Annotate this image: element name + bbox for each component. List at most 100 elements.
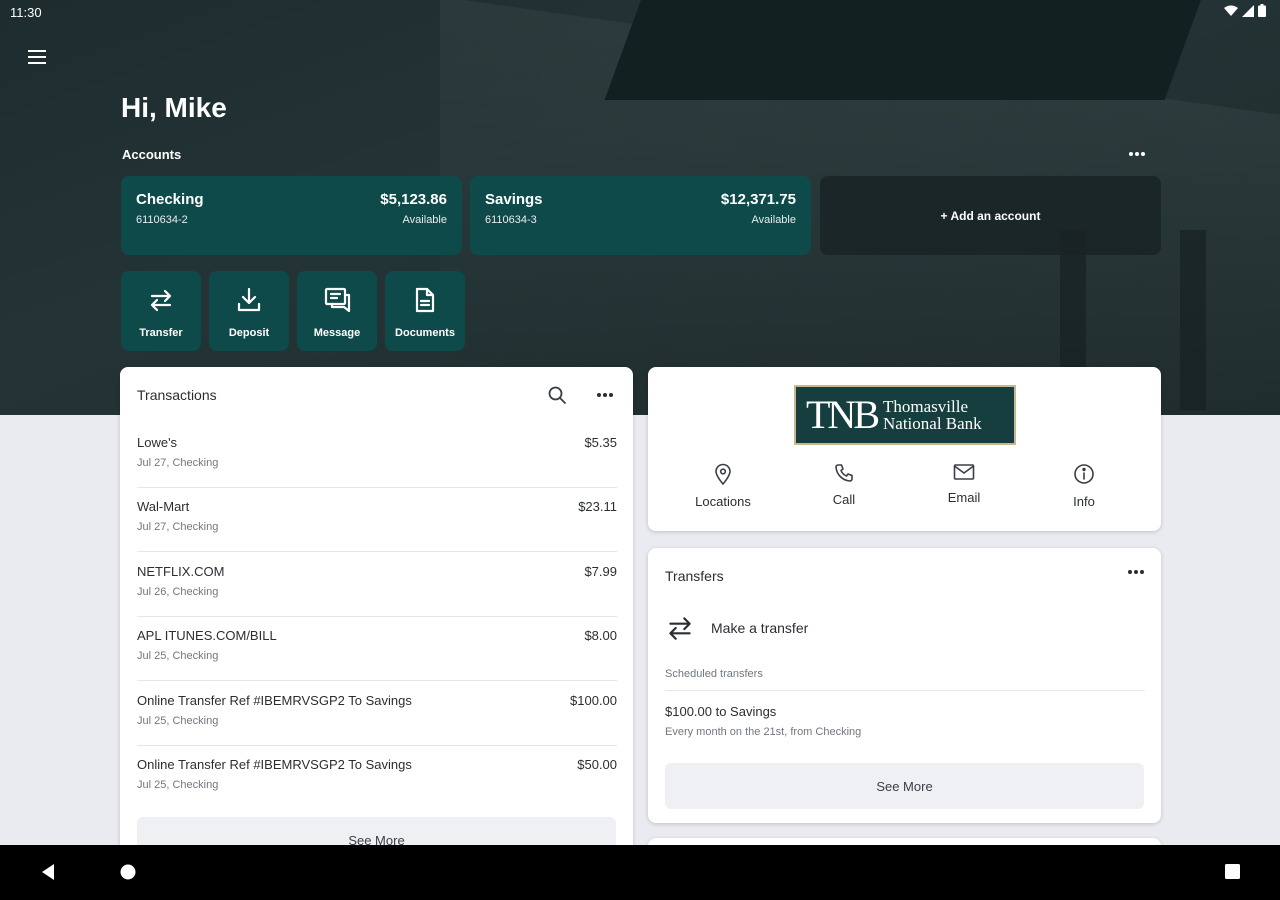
recents-button[interactable] bbox=[1224, 863, 1241, 885]
see-more-label: See More bbox=[876, 778, 933, 794]
make-transfer-button[interactable]: Make a transfer bbox=[665, 610, 965, 646]
transaction-row[interactable]: Lowe's Jul 27, Checking $5.35 bbox=[137, 424, 617, 488]
info-icon bbox=[1074, 464, 1094, 484]
quick-action-label: Transfer bbox=[139, 327, 183, 339]
add-account-label: + Add an account bbox=[940, 208, 1041, 223]
transfers-card: Transfers Make a transfer Scheduled tran… bbox=[648, 548, 1161, 823]
transaction-row[interactable]: NETFLIX.COM Jul 26, Checking $7.99 bbox=[137, 553, 617, 617]
transaction-row[interactable]: APL ITUNES.COM/BILL Jul 25, Checking $8.… bbox=[137, 617, 617, 681]
quick-action-message[interactable]: Message bbox=[297, 271, 377, 351]
more-horizontal-icon bbox=[597, 393, 613, 397]
location-pin-icon bbox=[715, 463, 731, 485]
account-card-savings[interactable]: Savings 6110634-3 $12,371.75 Available bbox=[470, 176, 811, 255]
transaction-meta: Jul 25, Checking bbox=[137, 650, 219, 662]
transfer-icon bbox=[669, 617, 691, 640]
bank-action-call[interactable]: Call bbox=[804, 463, 884, 507]
transfers-title: Transfers bbox=[665, 568, 724, 584]
account-number: 6110634-3 bbox=[485, 214, 537, 226]
account-balance-label: Available bbox=[751, 214, 796, 226]
battery-icon bbox=[1258, 4, 1266, 17]
bank-action-email[interactable]: Email bbox=[924, 463, 1004, 505]
add-account-button[interactable]: + Add an account bbox=[820, 176, 1161, 255]
transactions-search-button[interactable] bbox=[544, 384, 570, 406]
home-circle-icon bbox=[120, 864, 136, 880]
wifi-icon bbox=[1224, 5, 1238, 16]
account-number: 6110634-2 bbox=[136, 214, 188, 226]
search-icon bbox=[548, 386, 566, 404]
transactions-more-button[interactable] bbox=[592, 384, 618, 406]
hamburger-menu-icon bbox=[28, 50, 46, 64]
transaction-description: APL ITUNES.COM/BILL bbox=[137, 628, 277, 643]
quick-action-deposit[interactable]: Deposit bbox=[209, 271, 289, 351]
message-icon bbox=[322, 285, 352, 315]
system-icons bbox=[1224, 4, 1266, 17]
scheduled-transfer-title: $100.00 to Savings bbox=[665, 704, 777, 719]
transfer-icon bbox=[146, 285, 176, 315]
account-balance: $5,123.86 bbox=[380, 191, 447, 208]
transaction-meta: Jul 25, Checking bbox=[137, 715, 219, 727]
back-triangle-icon bbox=[42, 864, 54, 880]
transfers-more-button[interactable] bbox=[1123, 562, 1149, 582]
bank-action-label: Email bbox=[947, 490, 981, 505]
more-horizontal-icon bbox=[1128, 570, 1144, 574]
transaction-amount: $5.35 bbox=[584, 435, 617, 450]
scheduled-transfer-item[interactable]: $100.00 to Savings Every month on the 21… bbox=[665, 704, 1145, 744]
email-icon bbox=[953, 464, 975, 480]
transaction-description: Online Transfer Ref #IBEMRVSGP2 To Savin… bbox=[137, 757, 412, 772]
account-balance-label: Available bbox=[402, 214, 447, 226]
bank-logo-line1: Thomasville bbox=[883, 397, 968, 416]
transaction-description: Lowe's bbox=[137, 435, 178, 450]
quick-action-documents[interactable]: Documents bbox=[385, 271, 465, 351]
back-button[interactable] bbox=[40, 863, 56, 886]
bank-info-card: TNB Thomasville National Bank Locations … bbox=[648, 367, 1161, 531]
transaction-meta: Jul 27, Checking bbox=[137, 457, 219, 469]
transfers-see-more-button[interactable]: See More bbox=[665, 763, 1144, 809]
bank-logo-mark: TNB bbox=[806, 392, 880, 437]
recents-square-icon bbox=[1225, 864, 1240, 879]
bank-logo-line2: National Bank bbox=[883, 414, 982, 433]
status-time: 11:30 bbox=[10, 5, 42, 20]
transaction-row[interactable]: Online Transfer Ref #IBEMRVSGP2 To Savin… bbox=[137, 682, 617, 746]
transaction-description: Wal-Mart bbox=[137, 499, 190, 514]
quick-action-label: Documents bbox=[395, 327, 455, 339]
system-navigation-bar bbox=[0, 845, 1280, 900]
transaction-amount: $100.00 bbox=[570, 693, 617, 708]
signal-icon bbox=[1242, 4, 1254, 17]
transactions-title: Transactions bbox=[137, 387, 217, 403]
account-card-checking[interactable]: Checking 6110634-2 $5,123.86 Available bbox=[121, 176, 462, 255]
home-button[interactable] bbox=[119, 863, 137, 886]
account-balance: $12,371.75 bbox=[720, 191, 796, 208]
accounts-more-button[interactable] bbox=[1124, 144, 1150, 164]
transaction-amount: $8.00 bbox=[584, 628, 617, 643]
accounts-section-label: Accounts bbox=[122, 147, 182, 162]
menu-button[interactable] bbox=[24, 44, 50, 70]
transaction-meta: Jul 26, Checking bbox=[137, 586, 219, 598]
more-horizontal-icon bbox=[1129, 152, 1145, 156]
bank-action-info[interactable]: Info bbox=[1044, 463, 1124, 509]
quick-action-label: Deposit bbox=[228, 327, 270, 339]
transaction-row[interactable]: Online Transfer Ref #IBEMRVSGP2 To Savin… bbox=[137, 746, 617, 810]
deposit-icon bbox=[234, 285, 264, 315]
greeting-title: Hi, Mike bbox=[121, 92, 227, 123]
bank-action-label: Info bbox=[1073, 494, 1095, 509]
transaction-row[interactable]: Wal-Mart Jul 27, Checking $23.11 bbox=[137, 488, 617, 552]
scheduled-transfer-detail: Every month on the 21st, from Checking bbox=[665, 726, 862, 738]
bank-action-label: Call bbox=[832, 492, 856, 507]
transaction-meta: Jul 27, Checking bbox=[137, 521, 219, 533]
transaction-amount: $7.99 bbox=[584, 564, 617, 579]
account-name: Savings bbox=[485, 191, 543, 208]
transaction-description: NETFLIX.COM bbox=[137, 564, 225, 579]
bank-logo: TNB Thomasville National Bank bbox=[794, 385, 1016, 445]
transactions-card: Transactions Lowe's Jul 27, Checking $5.… bbox=[120, 367, 633, 867]
quick-action-label: Message bbox=[313, 327, 361, 339]
scheduled-transfers-label: Scheduled transfers bbox=[665, 668, 763, 680]
transaction-amount: $23.11 bbox=[578, 499, 617, 514]
transaction-description: Online Transfer Ref #IBEMRVSGP2 To Savin… bbox=[137, 693, 412, 708]
divider bbox=[665, 690, 1145, 691]
document-icon bbox=[410, 285, 440, 315]
make-transfer-label: Make a transfer bbox=[711, 620, 809, 636]
status-bar: 11:30 bbox=[0, 0, 1280, 26]
phone-icon bbox=[835, 464, 853, 482]
quick-action-transfer[interactable]: Transfer bbox=[121, 271, 201, 351]
bank-action-locations[interactable]: Locations bbox=[683, 463, 763, 509]
